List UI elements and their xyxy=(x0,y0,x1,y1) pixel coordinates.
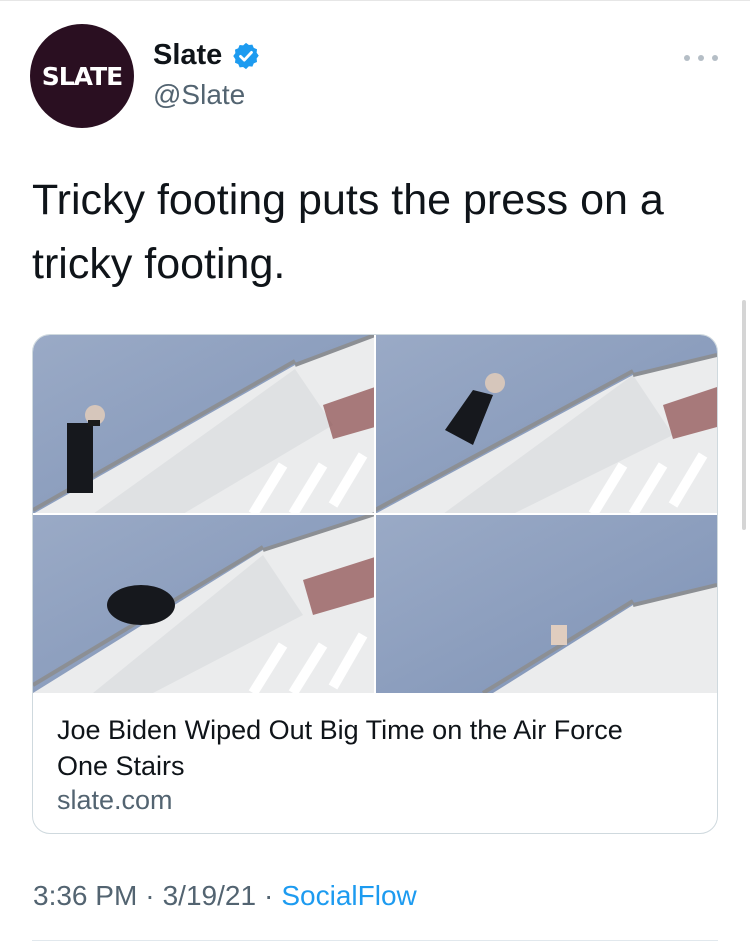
article-image xyxy=(33,335,717,693)
more-options-icon[interactable] xyxy=(684,48,718,68)
top-divider xyxy=(0,0,750,1)
link-card[interactable]: Joe Biden Wiped Out Big Time on the Air … xyxy=(32,334,718,834)
tweet-meta: 3:36 PM · 3/19/21 · SocialFlow xyxy=(33,880,417,912)
tweet-text: Tricky footing puts the press on a trick… xyxy=(32,176,664,288)
bottom-divider xyxy=(32,940,718,941)
author-name[interactable]: Slate xyxy=(153,39,222,72)
verified-badge-icon xyxy=(233,42,259,70)
dot xyxy=(684,55,690,61)
meta-separator: · xyxy=(145,880,155,911)
card-title[interactable]: Joe Biden Wiped Out Big Time on the Air … xyxy=(57,712,677,784)
tweet-source-link[interactable]: SocialFlow xyxy=(281,880,416,911)
author-handle[interactable]: @Slate xyxy=(153,79,245,111)
avatar[interactable]: SLATE xyxy=(30,24,134,128)
tweet-date[interactable]: 3/19/21 xyxy=(163,880,256,911)
card-domain: slate.com xyxy=(57,785,173,815)
dot xyxy=(712,55,718,61)
scrollbar[interactable] xyxy=(742,300,746,530)
meta-separator: · xyxy=(264,880,274,911)
dot xyxy=(698,55,704,61)
tweet-time[interactable]: 3:36 PM xyxy=(33,880,137,911)
avatar-logo-text: SLATE xyxy=(41,61,123,91)
